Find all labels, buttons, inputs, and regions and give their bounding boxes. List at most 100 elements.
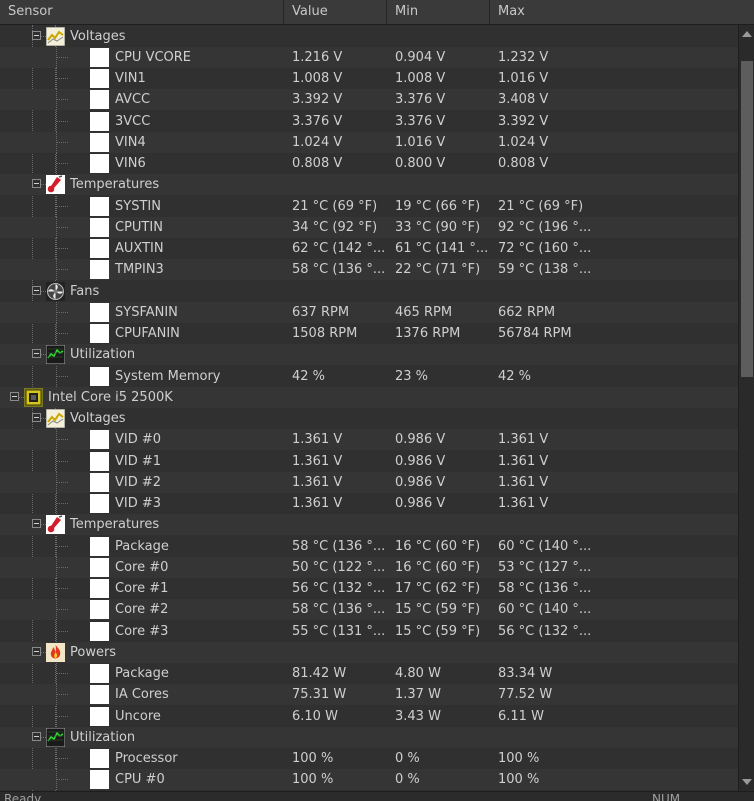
sensor-checkbox[interactable] [90,217,109,237]
node-label: Utilization [70,347,136,363]
sensor-row[interactable]: CPU #0 100 % 0 % 100 % [0,769,738,791]
sensor-checkbox[interactable] [90,154,109,173]
collapse-toggle-icon[interactable] [32,285,41,295]
column-value-header[interactable]: Value [284,0,387,24]
sensor-checkbox[interactable] [90,706,109,726]
sensor-checkbox[interactable] [90,600,109,620]
sensor-min: 15 °C (59 °F) [395,602,481,618]
sensor-min: 1.016 V [395,134,446,150]
tree-guide-line [56,715,68,717]
sensor-checkbox[interactable] [90,111,109,131]
sensor-row[interactable]: VID #2 1.361 V 0.986 V 1.361 V [0,471,738,493]
sensor-checkbox[interactable] [90,664,109,683]
sensor-row[interactable]: SYSFANIN 637 RPM 465 RPM 662 RPM [0,301,738,323]
sensor-row[interactable]: IA Cores 75.31 W 1.37 W 77.52 W [0,684,738,706]
sensor-row[interactable]: 3VCC 3.376 V 3.376 V 3.392 V [0,110,738,132]
sensor-row[interactable]: CPUTIN 34 °C (92 °F) 33 °C (90 °F) 92 °C (1… [0,216,738,238]
sensor-min: 15 °C (59 °F) [395,623,481,639]
sensor-row[interactable]: VIN4 1.024 V 1.016 V 1.024 V [0,131,738,153]
node-label: Voltages [70,28,126,44]
sensor-max: 1.016 V [498,71,549,86]
sensor-checkbox[interactable] [90,472,109,492]
sensor-min: 0 % [395,772,420,788]
group-row[interactable]: Temperatures [0,514,738,536]
sensor-checkbox[interactable] [90,47,109,67]
sensor-value: 75.31 W [292,687,347,703]
sensor-row[interactable]: Core #0 50 °C (122 °... 16 °C (60 °F) 53 °C… [0,556,738,578]
sensor-value: 81.42 W [292,666,347,681]
sensor-row[interactable]: CPUFANIN 1508 RPM 1376 RPM 56784 RPM [0,323,738,344]
column-max-header[interactable]: Max [490,0,754,24]
tree-guide-line [41,418,46,419]
collapse-toggle-icon[interactable] [10,391,19,401]
group-row[interactable]: Fans [0,281,738,302]
sensor-checkbox[interactable] [90,536,109,556]
group-row[interactable]: Voltages [0,26,738,47]
collapse-toggle-icon[interactable] [32,30,41,40]
group-row[interactable]: Powers [0,641,738,663]
sensor-checkbox[interactable] [90,579,109,598]
sensor-row[interactable]: VID #3 1.361 V 0.986 V 1.361 V [0,493,738,514]
sensor-row[interactable]: SYSTIN 21 °C (69 °F) 19 °C (66 °F) 21 °C (6… [0,195,738,217]
sensor-checkbox[interactable] [90,239,109,258]
sensor-row[interactable]: Core #1 56 °C (132 °... 17 °C (62 °F) 58 °C… [0,578,738,599]
sensor-row[interactable]: CPU VCORE 1.216 V 0.904 V 1.232 V [0,46,738,68]
sensor-checkbox[interactable] [90,685,109,705]
sensor-checkbox[interactable] [90,132,109,152]
sensor-max: 3.408 V [498,92,549,108]
tree-guide-line [56,323,57,344]
sensor-checkbox[interactable] [90,260,109,280]
sensor-checkbox[interactable] [90,196,109,216]
sensor-checkbox[interactable] [90,494,109,513]
sensor-checkbox[interactable] [90,430,109,450]
sensor-row[interactable]: System Memory 42 % 23 % 42 % [0,365,738,387]
scrollbar-thumb[interactable] [741,61,753,377]
sensor-max: 59 °C (138 °... [498,262,592,278]
column-sensor-header[interactable]: Sensor [0,0,284,24]
sensor-row[interactable]: AUXTIN 62 °C (142 °... 61 °C (141 °... 72 °… [0,238,738,259]
sensor-row[interactable]: Processor 100 % 0 % 100 % [0,748,738,769]
sensor-row[interactable]: Uncore 6.10 W 3.43 W 6.11 W [0,705,738,727]
sensor-checkbox[interactable] [90,749,109,768]
sensor-row[interactable]: VID #1 1.361 V 0.986 V 1.361 V [0,450,738,472]
sensor-checkbox[interactable] [90,366,109,386]
collapse-toggle-icon[interactable] [32,413,41,422]
sensor-name: VID #2 [115,474,162,490]
sensor-row[interactable]: VIN1 1.008 V 1.008 V 1.016 V [0,68,738,89]
sensor-min: 3.376 V [395,113,446,129]
scroll-up-icon[interactable] [742,31,752,37]
scroll-down-icon[interactable] [742,779,752,785]
column-min-header[interactable]: Min [387,0,490,24]
vertical-scrollbar[interactable] [738,25,754,791]
sensor-row[interactable]: TMPIN3 58 °C (136 °... 22 °C (71 °F) 59 °C … [0,259,738,281]
sensor-checkbox[interactable] [90,770,109,790]
sensor-checkbox[interactable] [90,451,109,471]
sensor-row[interactable]: VIN6 0.808 V 0.800 V 0.808 V [0,153,738,174]
sensor-checkbox[interactable] [90,324,109,343]
sensor-checkbox[interactable] [90,69,109,88]
sensor-row[interactable]: VID #0 1.361 V 0.986 V 1.361 V [0,429,738,451]
sensor-value: 1.216 V [292,49,343,65]
sensor-checkbox[interactable] [90,621,109,641]
group-row[interactable]: Utilization [0,726,738,748]
group-row[interactable]: Voltages [0,408,738,429]
tree-guide-line [56,56,68,58]
sensor-tree[interactable]: Voltages CPU VCORE 1.216 V 0.904 V 1.232 V VI… [0,25,738,791]
sensor-checkbox[interactable] [90,302,109,322]
sensor-row[interactable]: Core #3 55 °C (131 °... 15 °C (59 °F) 56 °C… [0,620,738,642]
collapse-toggle-icon[interactable] [32,179,41,189]
sensor-checkbox[interactable] [90,90,109,110]
group-row[interactable]: Utilization [0,344,738,366]
collapse-toggle-icon[interactable] [32,731,41,741]
sensor-min: 4.80 W [395,666,441,681]
collapse-toggle-icon[interactable] [32,646,41,656]
collapse-toggle-icon[interactable] [32,519,41,529]
sensor-checkbox[interactable] [90,557,109,577]
hardware-row[interactable]: Intel Core i5 2500K [0,386,738,408]
sensor-row[interactable]: Package 58 °C (136 °... 16 °C (60 °F) 60 °C… [0,535,738,557]
sensor-row[interactable]: Core #2 58 °C (136 °... 15 °C (59 °F) 60 °C… [0,599,738,621]
group-row[interactable]: Temperatures [0,174,738,196]
sensor-row[interactable]: AVCC 3.392 V 3.376 V 3.408 V [0,89,738,111]
collapse-toggle-icon[interactable] [32,349,41,359]
sensor-row[interactable]: Package 81.42 W 4.80 W 83.34 W [0,663,738,684]
